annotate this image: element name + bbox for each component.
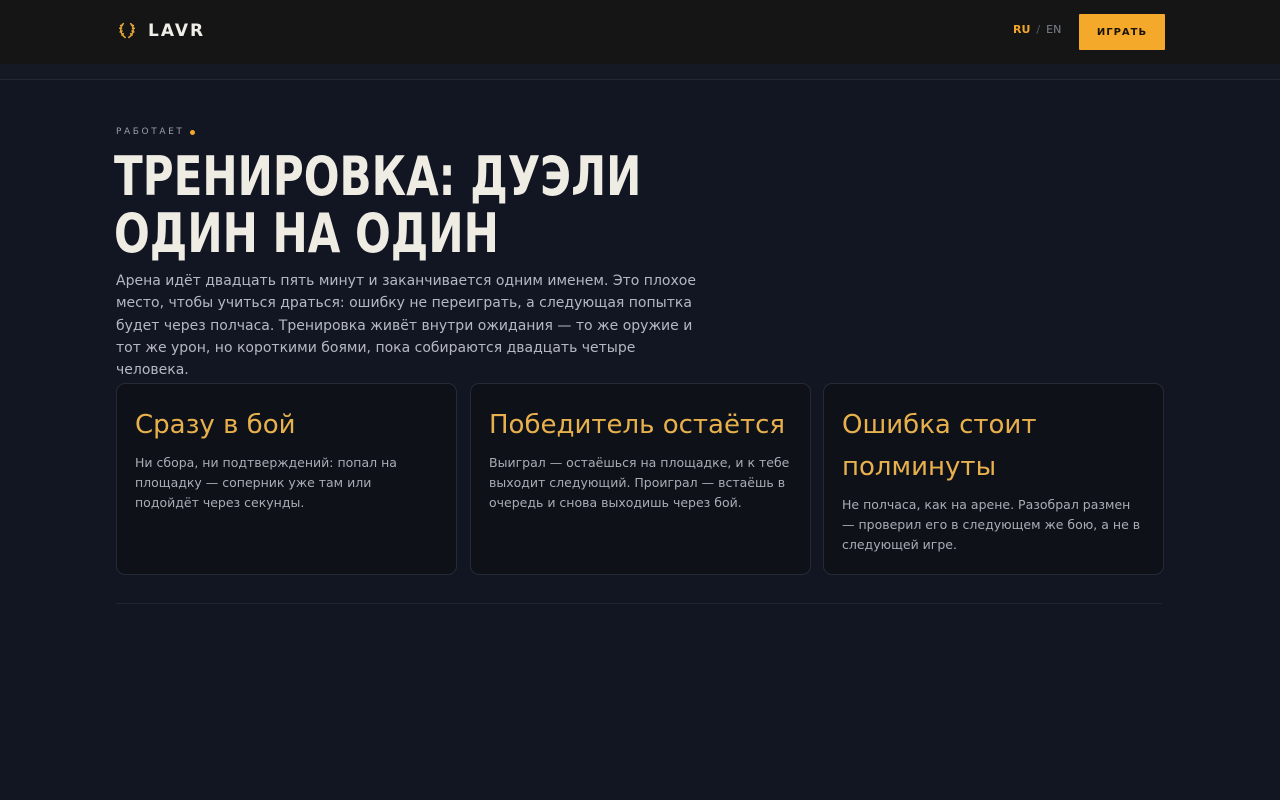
language-ru[interactable]: RU <box>1013 23 1030 36</box>
bottom-divider <box>116 603 1162 604</box>
logo-link[interactable]: LAVR <box>116 19 205 43</box>
status-indicator: РАБОТАЕТ <box>116 127 196 137</box>
header-divider <box>0 64 1280 80</box>
status-dot-icon <box>190 129 196 135</box>
logo-text: LAVR <box>148 21 206 41</box>
card-title: Победитель остаётся <box>489 410 786 440</box>
laurel-icon <box>118 22 136 39</box>
language-en[interactable]: EN <box>1046 23 1061 36</box>
card-description: Не полчаса, как на арене. Разобрал разме… <box>842 497 1141 552</box>
status-text: РАБОТАЕТ <box>116 127 185 137</box>
card-title: Сразу в бой <box>135 410 296 440</box>
card-description: Выиграл — остаёшься на площадке, и к теб… <box>489 455 790 510</box>
feature-card-immediate-fight: Сразу в бой Ни сбора, ни подтверждений: … <box>116 383 457 575</box>
top-header: LAVR RU / EN ИГРАТЬ <box>0 0 1280 64</box>
card-title: Ошибка стоит полминуты <box>842 410 1037 482</box>
card-description: Ни сбора, ни подтверждений: попал на пло… <box>135 455 397 510</box>
page-title: ТРЕНИРОВКА: ДУЭЛИ ОДИН НА ОДИН <box>114 145 642 265</box>
feature-card-winner-stays: Победитель остаётся Выиграл — остаёшься … <box>470 383 811 575</box>
page-title-line-2: ОДИН НА ОДИН <box>114 202 499 265</box>
intro-text: Арена идёт двадцать пять минут и заканчи… <box>116 273 696 379</box>
page-title-line-1: ТРЕНИРОВКА: ДУЭЛИ <box>114 145 642 208</box>
play-button[interactable]: ИГРАТЬ <box>1079 14 1165 50</box>
language-switcher: RU / EN <box>1013 23 1061 36</box>
language-separator: / <box>1036 23 1041 36</box>
feature-card-mistake-cost: Ошибка стоит полминуты Не полчаса, как н… <box>823 383 1164 575</box>
